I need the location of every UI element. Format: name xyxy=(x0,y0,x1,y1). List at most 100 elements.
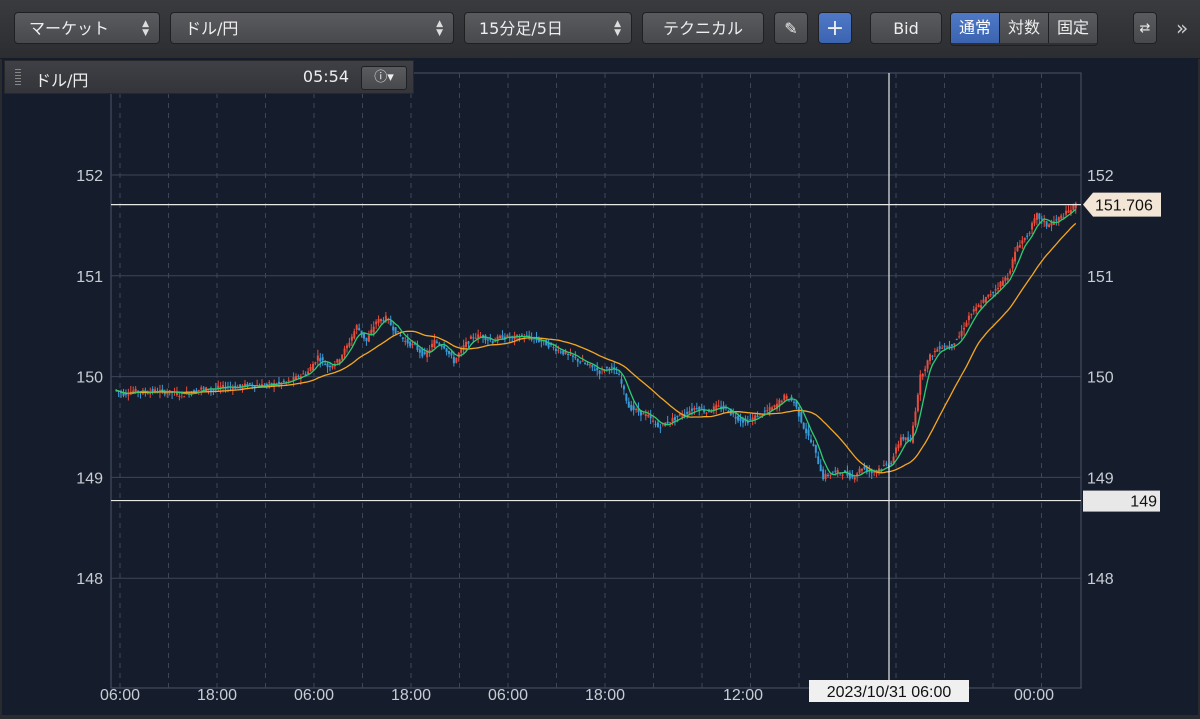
candle-body xyxy=(717,405,720,407)
candle-body xyxy=(1023,237,1026,241)
candle-body xyxy=(433,339,436,348)
technical-button[interactable]: テクニカル xyxy=(642,12,764,44)
pencil-tool-button[interactable]: ✎ xyxy=(774,12,808,44)
candle-body xyxy=(406,339,409,344)
scale-mode-normal[interactable]: 通常 xyxy=(951,13,1001,43)
chart-area[interactable]: 148 148 149 149 150 150 151 151 152 152 06:00 18:00… xyxy=(2,58,1198,715)
more-icon[interactable]: » xyxy=(1176,16,1188,40)
candle-body xyxy=(472,337,475,339)
candle-body xyxy=(200,387,203,390)
bid-button[interactable]: Bid xyxy=(870,12,942,44)
candle-body xyxy=(197,389,200,391)
candle-body xyxy=(440,345,443,347)
candle-body xyxy=(581,360,584,362)
candle-body xyxy=(666,421,669,424)
candle-body xyxy=(365,337,368,342)
candle-body xyxy=(703,410,706,413)
candle-body xyxy=(421,349,424,357)
candle-body xyxy=(377,318,380,323)
candle-body xyxy=(926,360,929,369)
market-select[interactable]: マーケット ▲ ▼ xyxy=(14,12,160,44)
candle-body xyxy=(950,344,953,347)
candle-body xyxy=(1065,210,1068,215)
candle-body xyxy=(401,337,404,339)
candle-body xyxy=(681,415,684,417)
candle-body xyxy=(336,359,339,363)
candle-body xyxy=(632,405,635,411)
candle-body xyxy=(686,411,689,414)
candle-body xyxy=(282,380,285,383)
select-arrows-icon: ▲ ▼ xyxy=(614,19,621,38)
candle-body xyxy=(367,335,370,342)
candle-body xyxy=(584,363,587,365)
bid-label: Bid xyxy=(893,19,919,38)
candle-body xyxy=(209,389,212,391)
currency-pair-select[interactable]: ドル/円 ▲ ▼ xyxy=(170,12,454,44)
candle-body xyxy=(404,340,407,342)
candle-body xyxy=(370,329,373,334)
swap-icon[interactable]: ⇄ xyxy=(1133,12,1157,44)
scale-mode-log[interactable]: 対数 xyxy=(1000,13,1050,43)
y-tick-label-left: 149 xyxy=(76,470,103,487)
candle-body xyxy=(588,364,591,366)
info-menu-button[interactable]: ⓘ▾ xyxy=(361,66,407,90)
candle-body xyxy=(695,408,698,410)
candle-body xyxy=(1074,203,1077,209)
candle-body xyxy=(958,336,961,338)
candle-body xyxy=(955,338,958,340)
candle-body xyxy=(455,357,458,363)
candle-body xyxy=(822,469,825,480)
price-chart[interactable]: 148 148 149 149 150 150 151 151 152 152 06:00 18:00… xyxy=(2,58,1198,715)
candle-body xyxy=(443,345,446,349)
crosshair-time-label: 2023/10/31 06:00 xyxy=(827,684,952,701)
candle-body xyxy=(984,297,987,303)
candle-body xyxy=(659,427,662,429)
y-tick-label-left: 148 xyxy=(76,571,103,588)
scale-mode-fixed[interactable]: 固定 xyxy=(1049,13,1098,43)
candle-body xyxy=(963,327,966,330)
candle-body xyxy=(1038,213,1041,219)
candle-body xyxy=(756,415,759,418)
candle-body xyxy=(980,305,983,308)
candle-body xyxy=(574,356,577,358)
candle-body xyxy=(1045,221,1048,227)
candle-body xyxy=(817,456,820,464)
candle-body xyxy=(994,289,997,291)
candle-body xyxy=(321,357,324,361)
candle-body xyxy=(557,349,560,351)
candle-body xyxy=(331,365,334,368)
scale-mode-group: 通常 対数 固定 xyxy=(950,12,1099,46)
candle-body xyxy=(392,326,395,331)
x-tick-label: 06:00 xyxy=(100,687,140,704)
candle-body xyxy=(477,334,480,339)
candle-body xyxy=(919,374,922,395)
candle-body xyxy=(630,404,633,411)
candle-body xyxy=(1060,215,1063,219)
candle-body xyxy=(1043,220,1046,223)
candle-body xyxy=(418,349,421,353)
candle-body xyxy=(693,407,696,410)
plot-frame xyxy=(110,72,1082,689)
candle-body xyxy=(788,400,791,402)
candle-body xyxy=(834,470,837,472)
x-tick-label: 18:00 xyxy=(197,687,237,704)
candle-body xyxy=(1057,217,1060,221)
candle-body xyxy=(501,335,504,339)
candle-body xyxy=(943,345,946,348)
candle-body xyxy=(1067,210,1070,213)
candle-body xyxy=(797,407,800,417)
candle-body xyxy=(916,394,919,412)
candle-body xyxy=(690,408,693,411)
candle-body xyxy=(311,364,314,371)
candle-body xyxy=(1026,235,1029,237)
candle-body xyxy=(882,465,885,467)
candle-body xyxy=(1016,245,1019,252)
candle-body xyxy=(1009,270,1012,274)
current-price-label: 151.706 xyxy=(1095,198,1153,215)
drag-grip-icon[interactable] xyxy=(15,69,21,87)
candle-body xyxy=(897,444,900,449)
candle-body xyxy=(912,425,915,443)
timeframe-select[interactable]: 15分足/5日 ▲ ▼ xyxy=(464,12,632,44)
crosshair-tool-button[interactable]: + xyxy=(818,12,852,44)
candle-body xyxy=(627,401,630,408)
